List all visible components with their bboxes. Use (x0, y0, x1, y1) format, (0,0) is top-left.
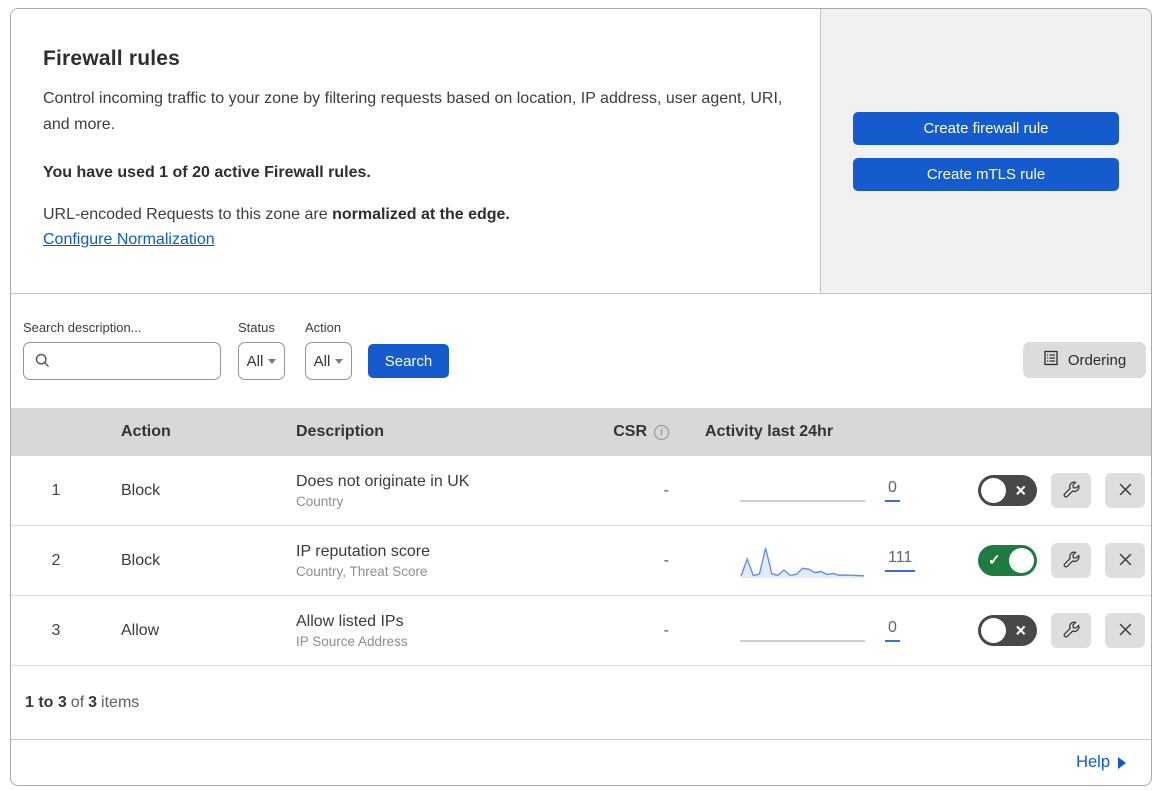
action-dropdown[interactable]: All (305, 342, 352, 380)
rule-enabled-toggle[interactable] (978, 615, 1037, 646)
column-description: Description (296, 423, 385, 440)
search-button[interactable]: Search (368, 344, 449, 378)
help-bar: Help (11, 740, 1151, 785)
activity-sparkline (740, 473, 865, 509)
edit-rule-button[interactable] (1051, 543, 1091, 578)
normalization-bold: normalized at the edge. (332, 206, 510, 223)
ordering-list-icon (1043, 350, 1059, 370)
normalization-text: URL-encoded Requests to this zone are no… (43, 206, 790, 224)
rule-description: IP reputation score (296, 542, 431, 560)
rule-description: Allow listed IPs (296, 612, 404, 630)
items-range: 1 to 3 (25, 693, 67, 711)
activity-count-link[interactable]: 0 (885, 619, 900, 642)
delete-rule-button[interactable] (1105, 473, 1145, 508)
rule-action: Allow (121, 621, 160, 639)
ordering-label: Ordering (1067, 351, 1127, 369)
firewall-rules-panel: Firewall rules Control incoming traffic … (10, 8, 1152, 786)
close-icon (1118, 622, 1133, 640)
wrench-icon (1063, 621, 1080, 641)
help-link[interactable]: Help (1076, 753, 1126, 772)
info-icon[interactable] (654, 424, 669, 440)
action-label: Action (305, 320, 342, 335)
rule-action: Block (121, 551, 161, 569)
edit-rule-button[interactable] (1051, 473, 1091, 508)
activity-count-link[interactable]: 0 (885, 479, 900, 502)
activity-sparkline (740, 543, 865, 579)
delete-rule-button[interactable] (1105, 543, 1145, 578)
rule-fields: IP Source Address (296, 633, 408, 649)
activity-count-link[interactable]: 111 (885, 549, 916, 572)
arrow-right-icon (1118, 756, 1126, 769)
column-activity: Activity last 24hr (705, 423, 834, 440)
delete-rule-button[interactable] (1105, 613, 1145, 648)
pagination-summary: 1 to 3 of 3 items (11, 666, 1151, 740)
rule-priority: 2 (51, 551, 61, 569)
chevron-down-icon (268, 358, 277, 364)
table-row: 2 Block IP reputation score Country, Thr… (11, 526, 1151, 596)
rule-description: Does not originate in UK (296, 472, 470, 490)
status-value: All (246, 352, 264, 370)
header-section: Firewall rules Control incoming traffic … (11, 9, 1151, 294)
rule-fields: Country (296, 493, 344, 509)
create-mtls-rule-button[interactable]: Create mTLS rule (853, 157, 1119, 191)
configure-normalization-link[interactable]: Configure Normalization (43, 231, 215, 249)
page-title: Firewall rules (43, 47, 181, 70)
usage-notice: You have used 1 of 20 active Firewall ru… (43, 164, 371, 181)
search-label: Search description... (23, 320, 142, 335)
wrench-icon (1063, 551, 1080, 571)
rule-action: Block (121, 481, 161, 499)
chevron-down-icon (335, 358, 344, 364)
rule-enabled-toggle[interactable] (978, 545, 1037, 576)
table-row: 1 Block Does not originate in UK Country… (11, 456, 1151, 526)
intro-card: Firewall rules Control incoming traffic … (11, 9, 821, 293)
status-dropdown[interactable]: All (238, 342, 285, 380)
edit-rule-button[interactable] (1051, 613, 1091, 648)
create-firewall-rule-button[interactable]: Create firewall rule (853, 111, 1119, 145)
action-value: All (313, 352, 331, 370)
ordering-button[interactable]: Ordering (1023, 342, 1146, 378)
cta-panel: Create firewall rule Create mTLS rule (821, 9, 1151, 293)
filter-bar: Search description... Status All Action … (11, 294, 1151, 408)
table-row: 3 Allow Allow listed IPs IP Source Addre… (11, 596, 1151, 666)
wrench-icon (1063, 481, 1080, 501)
rule-fields: Country, Threat Score (296, 563, 428, 579)
rule-priority: 3 (51, 621, 61, 639)
rule-csr-value: - (663, 621, 669, 639)
rule-priority: 1 (51, 481, 61, 499)
status-label: Status (238, 320, 275, 335)
page-description: Control incoming traffic to your zone by… (43, 90, 783, 133)
rule-csr-value: - (663, 481, 669, 499)
activity-sparkline (740, 613, 865, 649)
close-icon (1118, 482, 1133, 500)
items-total: 3 (88, 693, 98, 711)
search-input[interactable] (23, 342, 221, 380)
rule-csr-value: - (663, 551, 669, 569)
column-action: Action (121, 423, 171, 440)
column-csr: CSR (613, 423, 647, 440)
table-header: Action Description CSR Activity last 24h… (11, 408, 1151, 456)
rule-enabled-toggle[interactable] (978, 475, 1037, 506)
close-icon (1118, 552, 1133, 570)
search-icon (35, 353, 50, 373)
normalization-prefix: URL-encoded Requests to this zone are (43, 206, 333, 223)
